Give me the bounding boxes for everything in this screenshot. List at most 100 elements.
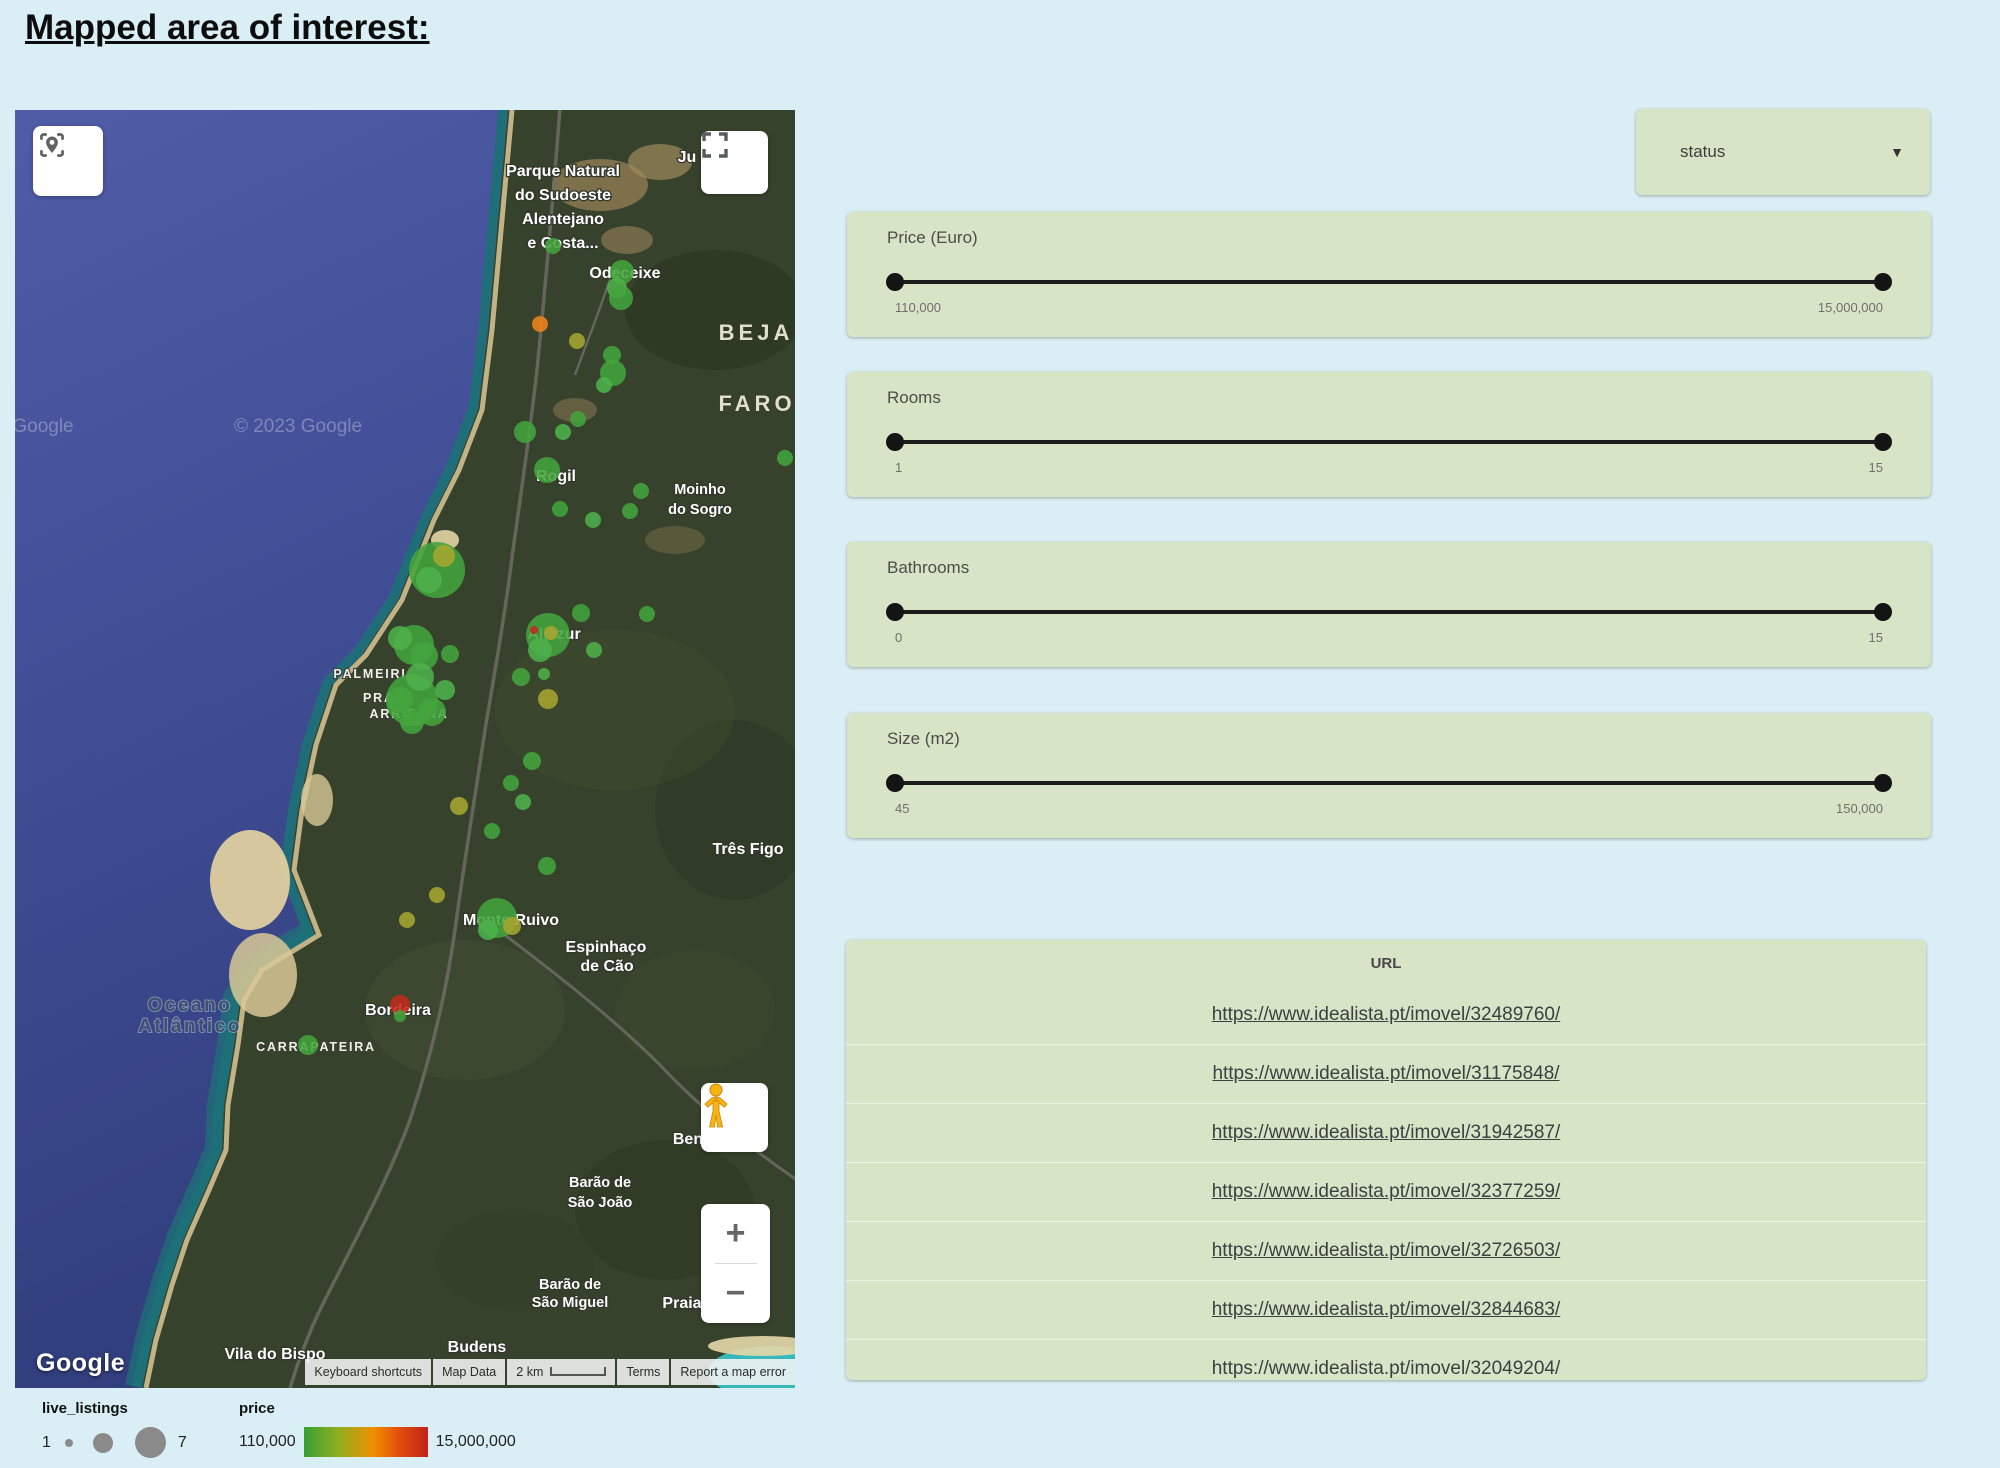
listing-dot[interactable] [387, 687, 413, 713]
zoom-in-button[interactable]: + [701, 1204, 770, 1263]
status-dropdown[interactable]: status ▼ [1636, 109, 1930, 195]
url-link[interactable]: https://www.idealista.pt/imovel/32844683… [1212, 1299, 1561, 1321]
slider-handle-max[interactable] [1874, 273, 1892, 291]
map-place-label: BEJA [719, 320, 794, 345]
draw-selection-button[interactable] [33, 126, 103, 196]
listing-dot[interactable] [596, 377, 612, 393]
price-slider[interactable] [895, 280, 1883, 284]
map-place-label: e Costa... [527, 235, 598, 252]
url-link[interactable]: https://www.idealista.pt/imovel/32049204… [1212, 1358, 1561, 1380]
map-place-label: do Sudoeste [515, 187, 611, 204]
slider-handle-min[interactable] [886, 433, 904, 451]
listing-dot[interactable] [586, 642, 602, 658]
listing-dot[interactable] [388, 626, 412, 650]
listing-dot[interactable] [399, 912, 415, 928]
listing-dot[interactable] [530, 626, 538, 634]
listing-dot[interactable] [433, 545, 455, 567]
map-place-label: © 2023 Google [234, 416, 362, 437]
bathrooms-slider[interactable] [895, 610, 1883, 614]
listing-dot[interactable] [515, 794, 531, 810]
listing-dot[interactable] [777, 450, 793, 466]
map-attribution-bar: Keyboard shortcuts Map Data 2 km Terms R… [303, 1359, 795, 1385]
url-link[interactable]: https://www.idealista.pt/imovel/31175848… [1212, 1063, 1559, 1085]
slider-handle-max[interactable] [1874, 774, 1892, 792]
slider-min-value: 110,000 [895, 300, 941, 315]
map-place-label: de Cão [580, 958, 634, 975]
slider-handle-min[interactable] [886, 774, 904, 792]
fullscreen-button[interactable] [701, 131, 768, 194]
listing-dot[interactable] [538, 689, 558, 709]
scale-ruler [550, 1367, 606, 1376]
listing-dot[interactable] [416, 567, 442, 593]
listing-dot[interactable] [441, 645, 459, 663]
listing-dot[interactable] [545, 238, 561, 254]
size-legend-title: live_listings [42, 1400, 187, 1417]
listing-dot[interactable] [484, 823, 500, 839]
report-map-error-link[interactable]: Report a map error [671, 1359, 795, 1385]
listing-dot[interactable] [528, 638, 552, 662]
map-place-label: Atlântico [138, 1016, 242, 1037]
listing-dot[interactable] [514, 421, 536, 443]
listing-dot[interactable] [406, 663, 434, 691]
listing-dot[interactable] [512, 668, 530, 686]
caret-down-icon: ▼ [1890, 144, 1904, 160]
map-place-label: Praia [662, 1295, 701, 1312]
listing-dot[interactable] [478, 920, 498, 940]
page-title: Mapped area of interest: [25, 8, 430, 48]
map-place-label: Ben [673, 1131, 703, 1148]
status-dropdown-label: status [1680, 142, 1725, 162]
listing-dot[interactable] [394, 1010, 406, 1022]
listing-dot[interactable] [569, 333, 585, 349]
map-place-label: Barão de [539, 1277, 601, 1293]
size-dot-large [135, 1427, 166, 1458]
listing-dot[interactable] [534, 457, 560, 483]
listing-dot[interactable] [544, 626, 558, 640]
slider-min-value: 0 [895, 630, 902, 645]
url-link[interactable]: https://www.idealista.pt/imovel/32489760… [1212, 1004, 1561, 1026]
listing-dot[interactable] [538, 857, 556, 875]
keyboard-shortcuts-link[interactable]: Keyboard shortcuts [305, 1359, 431, 1385]
slider-handle-min[interactable] [886, 603, 904, 621]
terms-link[interactable]: Terms [617, 1359, 669, 1385]
listing-dot[interactable] [555, 424, 571, 440]
price-legend-max: 15,000,000 [436, 1433, 516, 1451]
size-slider-card: Size (m2) 45 150,000 [847, 713, 1931, 838]
listing-dot[interactable] [552, 501, 568, 517]
listing-dot[interactable] [585, 512, 601, 528]
listing-dot[interactable] [633, 483, 649, 499]
listing-dot[interactable] [538, 668, 550, 680]
zoom-out-button[interactable]: − [701, 1264, 770, 1323]
listing-dot[interactable] [622, 503, 638, 519]
rooms-slider[interactable] [895, 440, 1883, 444]
listing-dot[interactable] [435, 680, 455, 700]
listing-dot[interactable] [570, 411, 586, 427]
listing-dot[interactable] [609, 286, 633, 310]
listing-dot[interactable] [639, 606, 655, 622]
price-legend: price 110,000 15,000,000 [239, 1400, 516, 1457]
slider-max-value: 15 [1869, 630, 1883, 645]
map-place-label: Oceano [148, 995, 233, 1016]
url-link[interactable]: https://www.idealista.pt/imovel/32377259… [1212, 1181, 1561, 1203]
url-link[interactable]: https://www.idealista.pt/imovel/31942587… [1212, 1122, 1561, 1144]
slider-handle-max[interactable] [1874, 433, 1892, 451]
price-gradient-bar [304, 1427, 428, 1457]
listing-dot[interactable] [572, 604, 590, 622]
listing-dot[interactable] [503, 775, 519, 791]
listing-dot[interactable] [503, 917, 521, 935]
google-logo: Google [36, 1349, 125, 1378]
listing-dot[interactable] [400, 710, 424, 734]
map-canvas[interactable]: Parque Naturaldo SudoesteAlentejanoe Cos… [15, 110, 795, 1388]
url-table-body: https://www.idealista.pt/imovel/32489760… [846, 986, 1926, 1380]
listing-dot[interactable] [532, 316, 548, 332]
listing-dot[interactable] [450, 797, 468, 815]
url-link[interactable]: https://www.idealista.pt/imovel/32726503… [1212, 1240, 1561, 1262]
listing-dot[interactable] [523, 752, 541, 770]
pegman-button[interactable] [701, 1083, 768, 1152]
listing-dot[interactable] [298, 1035, 318, 1055]
slider-label: Price (Euro) [887, 228, 978, 248]
slider-handle-max[interactable] [1874, 603, 1892, 621]
listing-dot[interactable] [429, 887, 445, 903]
slider-handle-min[interactable] [886, 273, 904, 291]
scale-label: 2 km [516, 1365, 543, 1379]
size-slider[interactable] [895, 781, 1883, 785]
